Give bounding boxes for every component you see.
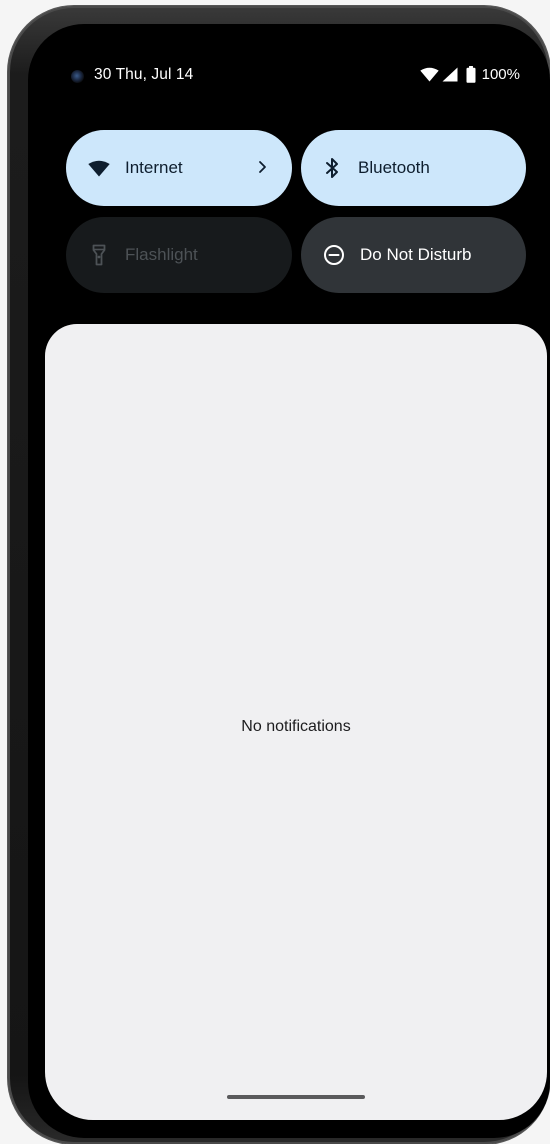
internet-tile-label: Internet [125, 158, 183, 177]
wifi-icon [419, 67, 439, 82]
do-not-disturb-icon [323, 244, 345, 266]
flashlight-tile[interactable]: Flashlight [66, 217, 292, 293]
bluetooth-icon [321, 157, 343, 179]
do-not-disturb-tile[interactable]: Do Not Disturb [301, 217, 526, 293]
empty-notifications-message: No notifications [241, 718, 351, 735]
do-not-disturb-tile-label: Do Not Disturb [360, 245, 472, 264]
battery-icon [466, 66, 476, 83]
flashlight-icon [88, 244, 110, 266]
wifi-icon [88, 157, 110, 179]
signal-icon [442, 67, 458, 82]
chevron-right-icon [256, 156, 270, 178]
notification-panel[interactable]: No notifications [45, 324, 547, 1120]
status-bar: 30 Thu, Jul 14 100% [28, 24, 550, 128]
bluetooth-tile-label: Bluetooth [358, 158, 430, 177]
battery-percentage: 100% [481, 66, 520, 83]
status-icons: 100% [419, 66, 520, 83]
gesture-navigation-handle[interactable] [227, 1095, 365, 1099]
internet-tile[interactable]: Internet [66, 130, 292, 206]
bluetooth-tile[interactable]: Bluetooth [301, 130, 526, 206]
camera-icon [71, 70, 84, 83]
flashlight-tile-label: Flashlight [125, 245, 198, 264]
phone-frame: 30 Thu, Jul 14 100% Internet Bluetooth F… [8, 6, 550, 1144]
phone-screen: 30 Thu, Jul 14 100% Internet Bluetooth F… [28, 24, 550, 1138]
status-date: 30 Thu, Jul 14 [94, 66, 194, 83]
